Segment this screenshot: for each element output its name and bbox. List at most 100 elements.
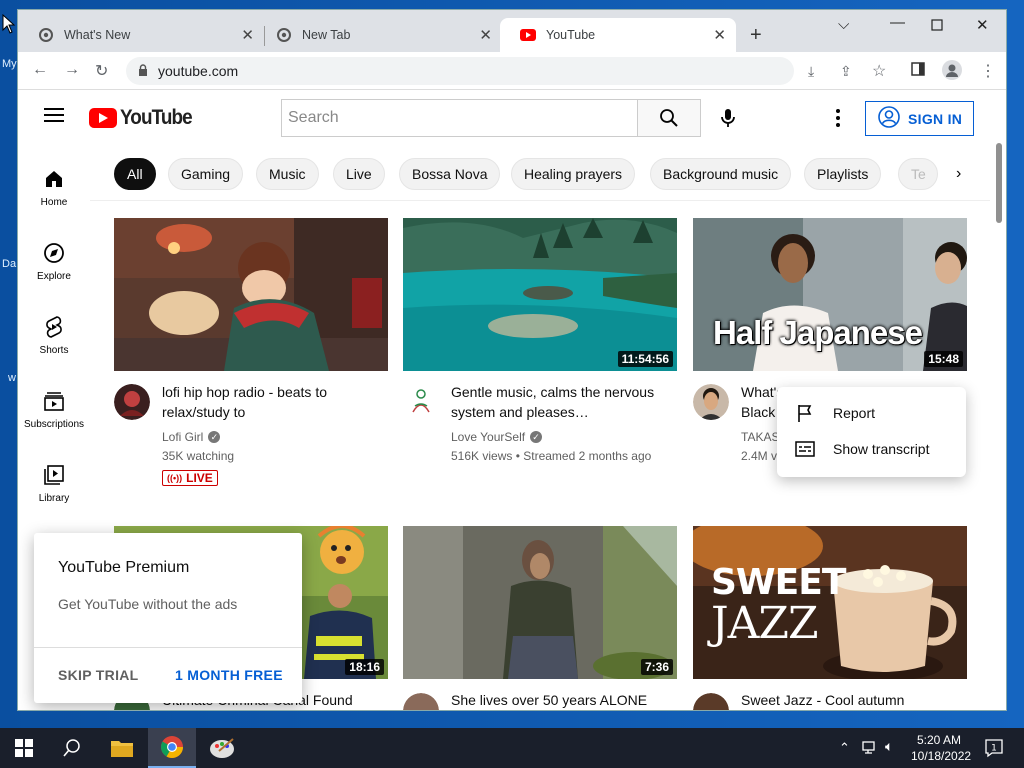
address-bar[interactable]: youtube.com ⤓ ⇪ ☆ xyxy=(126,57,886,85)
video-thumbnail[interactable]: SWEET JAZZ xyxy=(693,526,967,679)
video-title[interactable]: lofi hip hop radio - beats to relax/stud… xyxy=(162,382,382,422)
tab-search-icon[interactable]: ⌵ xyxy=(838,16,849,33)
video-title[interactable]: Gentle music, calms the nervous system a… xyxy=(451,382,671,422)
chip-healing-prayers[interactable]: Healing prayers xyxy=(511,158,636,190)
menu-item-label: Report xyxy=(833,405,876,421)
channel-avatar[interactable] xyxy=(693,384,729,420)
one-month-free-button[interactable]: 1 MONTH FREE xyxy=(175,667,283,683)
chip-all[interactable]: All xyxy=(114,158,156,190)
menu-item-report[interactable]: Report xyxy=(777,395,966,431)
video-duration: 11:54:56 xyxy=(617,351,673,367)
search-button[interactable] xyxy=(637,99,701,137)
microphone-icon[interactable] xyxy=(717,107,739,134)
chrome-taskbar-button[interactable] xyxy=(148,728,196,768)
channel-name[interactable]: Love YourSelf ✓ xyxy=(451,430,543,444)
close-tab-icon[interactable]: ✕ xyxy=(479,26,492,44)
new-tab-button[interactable]: + xyxy=(750,24,762,47)
tab-new-tab[interactable]: New Tab ✕ xyxy=(256,18,502,52)
profile-icon[interactable] xyxy=(942,60,962,85)
notification-center-button[interactable]: 1 xyxy=(984,738,1004,761)
thumbnail-overlay-text: Half Japanese xyxy=(713,314,923,351)
video-thumbnail[interactable]: 7:36 xyxy=(403,526,677,679)
subscriptions-icon xyxy=(43,389,65,413)
clock-date[interactable]: 10/18/2022 xyxy=(911,749,971,763)
search-taskbar-button[interactable] xyxy=(48,728,96,768)
close-window-icon[interactable]: ✕ xyxy=(976,16,989,34)
file-explorer-button[interactable] xyxy=(98,728,146,768)
video-title[interactable]: Sweet Jazz - Cool autumn xyxy=(741,690,961,710)
side-panel-icon[interactable] xyxy=(911,62,925,81)
minimize-icon[interactable]: — xyxy=(890,14,905,31)
lock-icon xyxy=(138,63,148,79)
video-title[interactable]: She lives over 50 years ALONE xyxy=(451,690,671,710)
network-icon[interactable] xyxy=(862,739,878,758)
chip-truncated[interactable]: Te xyxy=(898,158,938,190)
guide-item-subscriptions[interactable]: Subscriptions xyxy=(18,389,90,430)
skip-trial-button[interactable]: SKIP TRIAL xyxy=(58,667,139,683)
chrome-icon xyxy=(38,27,54,43)
chrome-menu-icon[interactable]: ⋮ xyxy=(980,61,996,81)
video-thumbnail[interactable]: Half Japanese 15:48 xyxy=(693,218,967,371)
forward-icon[interactable]: → xyxy=(64,61,80,79)
channel-name[interactable]: Lofi Girl ✓ xyxy=(162,430,221,444)
close-tab-icon[interactable]: ✕ xyxy=(241,26,254,44)
chip-live[interactable]: Live xyxy=(333,158,385,190)
chip-bossa-nova[interactable]: Bossa Nova xyxy=(399,158,501,190)
chip-playlists[interactable]: Playlists xyxy=(804,158,882,190)
scrollbar-thumb[interactable] xyxy=(996,143,1002,223)
settings-more-icon[interactable] xyxy=(828,107,848,128)
shorts-icon xyxy=(44,315,64,339)
video-thumbnail[interactable] xyxy=(114,218,388,371)
clock-time[interactable]: 5:20 AM xyxy=(917,733,961,747)
maximize-icon[interactable] xyxy=(931,18,943,35)
bookmark-star-icon[interactable]: ☆ xyxy=(872,61,886,81)
mini-guide: Home Explore Shorts Subscriptions Librar… xyxy=(18,145,90,575)
desktop-icon-label[interactable]: w xyxy=(8,372,16,384)
video-thumbnail[interactable]: 11:54:56 xyxy=(403,218,677,371)
volume-icon[interactable]: 🔈︎ xyxy=(885,738,893,755)
channel-avatar[interactable] xyxy=(403,693,439,710)
guide-item-home[interactable]: Home xyxy=(18,167,90,208)
taskbar: ⌃ 🔈︎ 5:20 AM 10/18/2022 1 xyxy=(0,728,1024,768)
sign-in-button[interactable]: SIGN IN xyxy=(865,101,974,136)
thumbnail-overlay-text: JAZZ xyxy=(711,598,819,649)
tab-title: New Tab xyxy=(302,28,351,42)
page-scrollbar[interactable] xyxy=(994,143,1004,710)
menu-item-show-transcript[interactable]: Show transcript xyxy=(777,431,966,467)
guide-label: Library xyxy=(38,493,70,504)
install-icon[interactable]: ⤓ xyxy=(808,63,814,80)
start-button[interactable] xyxy=(0,728,48,768)
guide-menu-icon[interactable] xyxy=(44,108,64,122)
guide-item-shorts[interactable]: Shorts xyxy=(18,315,90,356)
tab-whats-new[interactable]: What's New ✕ xyxy=(18,18,264,52)
search-icon xyxy=(660,109,678,127)
chip-bar: All Gaming Music Live Bossa Nova Healing… xyxy=(90,145,990,201)
tab-youtube[interactable]: YouTube ✕ xyxy=(500,18,736,52)
guide-item-explore[interactable]: Explore xyxy=(18,241,90,282)
tray-overflow-icon[interactable]: ⌃ xyxy=(839,740,850,756)
back-icon[interactable]: ← xyxy=(32,61,48,79)
channel-avatar[interactable] xyxy=(693,693,729,710)
notification-icon: 1 xyxy=(985,739,1003,758)
mouse-cursor-icon xyxy=(2,14,16,34)
chip-gaming[interactable]: Gaming xyxy=(168,158,244,190)
share-icon[interactable]: ⇪ xyxy=(840,63,852,80)
youtube-logo[interactable]: YouTube xyxy=(89,106,200,130)
chip-background-music[interactable]: Background music xyxy=(650,158,792,190)
chip-music[interactable]: Music xyxy=(256,158,319,190)
chrome-icon xyxy=(161,736,183,758)
desktop-icon-label[interactable]: Da xyxy=(2,258,16,270)
chevron-right-icon[interactable]: › xyxy=(956,165,961,183)
paint-taskbar-button[interactable] xyxy=(198,728,246,768)
thumbnail-overlay-text: SWEET xyxy=(711,562,846,603)
account-icon xyxy=(878,106,900,131)
close-tab-icon[interactable]: ✕ xyxy=(713,26,726,44)
search-input[interactable] xyxy=(288,109,618,127)
guide-item-library[interactable]: Library xyxy=(18,463,90,504)
channel-avatar[interactable] xyxy=(403,384,439,420)
desktop-icon-label[interactable]: My xyxy=(2,58,17,70)
youtube-play-icon xyxy=(89,108,117,128)
reload-icon[interactable]: ↻ xyxy=(95,61,108,81)
youtube-favicon-icon xyxy=(520,27,536,43)
channel-avatar[interactable] xyxy=(114,384,150,420)
